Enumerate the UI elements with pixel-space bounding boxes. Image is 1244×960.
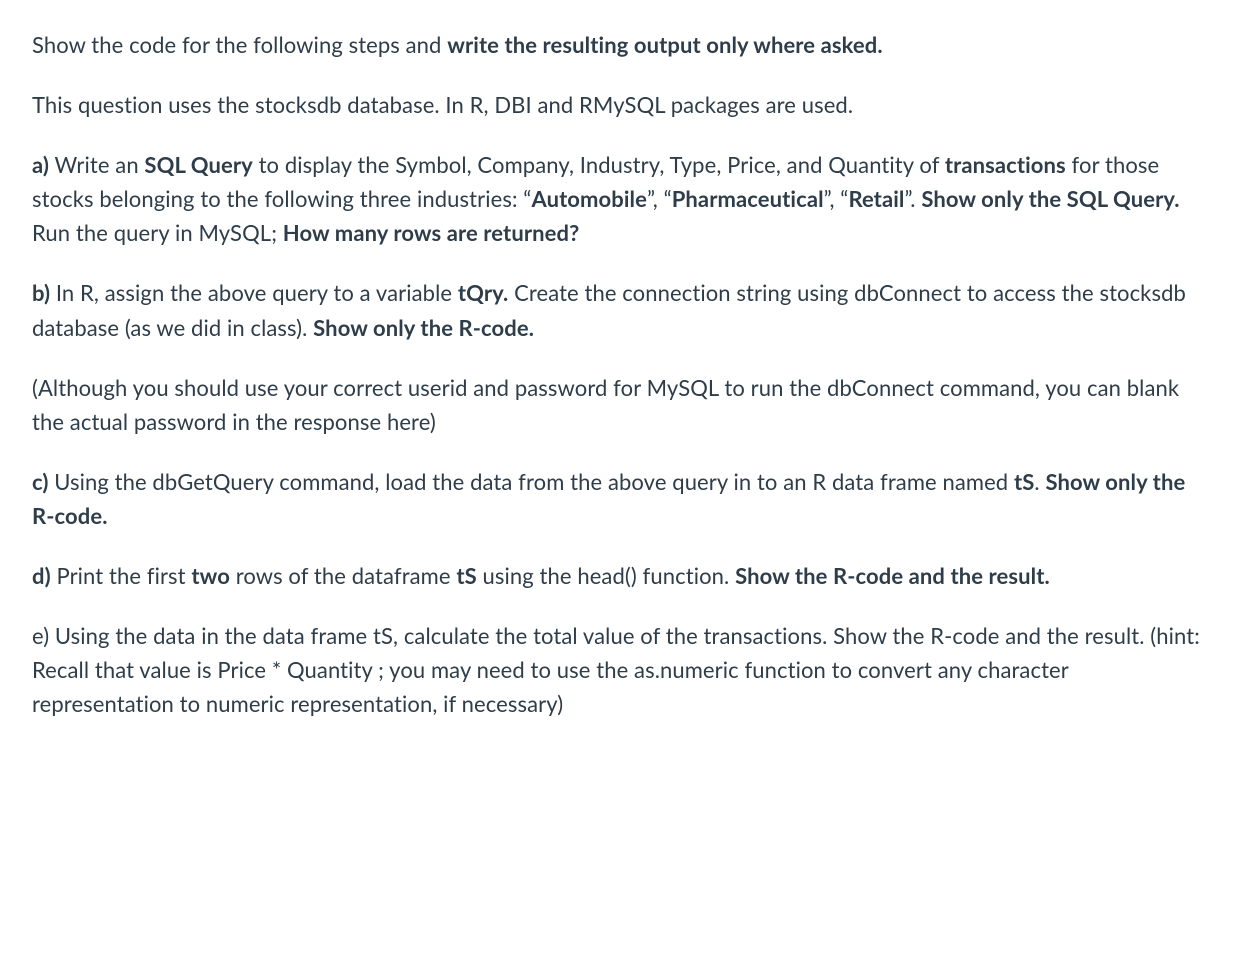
text-bold: Show the R-code and the result.	[735, 562, 1050, 589]
text-bold: Retail	[848, 185, 904, 212]
text-bold: two	[191, 562, 230, 589]
question-label-d: d)	[32, 562, 51, 589]
text: Using the dbGetQuery command, load the d…	[48, 468, 1013, 495]
text-bold: Automobile	[531, 185, 647, 212]
intro-line-1: Show the code for the following steps an…	[32, 28, 1212, 62]
text-bold: tS	[456, 562, 476, 589]
text: (Although you should use your correct us…	[32, 374, 1179, 435]
question-b: b) In R, assign the above query to a var…	[32, 276, 1212, 344]
question-c: c) Using the dbGetQuery command, load th…	[32, 465, 1212, 533]
intro-line-2: This question uses the stocksdb database…	[32, 88, 1212, 122]
text-bold: SQL Query	[144, 151, 252, 178]
text: rows of the dataframe	[230, 562, 456, 589]
question-label-a: a)	[32, 151, 49, 178]
text: This question uses the stocksdb database…	[32, 91, 853, 118]
text: .	[1034, 468, 1045, 495]
text: e) Using the data in the data frame tS, …	[32, 622, 1200, 717]
text: to display the Symbol, Company, Industry…	[253, 151, 945, 178]
text: ”, “	[647, 185, 672, 212]
text-bold: tQry.	[458, 279, 509, 306]
question-label-b: b)	[32, 279, 50, 306]
text: ”.	[905, 185, 922, 212]
text: Print the first	[51, 562, 192, 589]
text: Show the code for the following steps an…	[32, 31, 447, 58]
text: Write an	[49, 151, 144, 178]
text-bold: How many rows are returned?	[283, 219, 580, 246]
question-a: a) Write an SQL Query to display the Sym…	[32, 148, 1212, 250]
text: Run the query in MySQL;	[32, 219, 283, 246]
text: In R, assign the above query to a variab…	[50, 279, 458, 306]
question-label-c: c)	[32, 468, 48, 495]
question-d: d) Print the first two rows of the dataf…	[32, 559, 1212, 593]
text-bold: Pharmaceutical	[672, 185, 824, 212]
text-bold: Show only the R-code.	[313, 314, 534, 341]
text-bold: write the resulting output only where as…	[447, 31, 882, 58]
question-e: e) Using the data in the data frame tS, …	[32, 619, 1212, 721]
question-b-note: (Although you should use your correct us…	[32, 371, 1212, 439]
text-bold: transactions	[945, 151, 1066, 178]
text: using the head() function.	[477, 562, 735, 589]
text-bold: tS	[1014, 468, 1034, 495]
text: ”, “	[824, 185, 849, 212]
text-bold: Show only the SQL Query.	[921, 185, 1179, 212]
